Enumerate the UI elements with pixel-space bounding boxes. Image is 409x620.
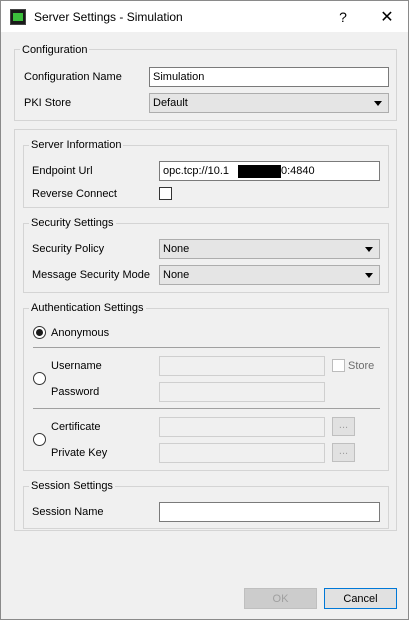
store-checkbox[interactable] — [332, 359, 345, 372]
username-label: Username — [51, 360, 102, 372]
configuration-name-field[interactable]: Simulation — [149, 67, 389, 87]
ok-button[interactable]: OK — [244, 588, 317, 609]
certificate-radio[interactable] — [33, 433, 46, 446]
anonymous-radio[interactable] — [33, 326, 46, 339]
endpoint-url-field[interactable]: opc.tcp://10.1 0:4840 — [159, 161, 380, 181]
server-settings-dialog: Server Settings - Simulation ? ✕ Configu… — [0, 0, 409, 620]
username-radio[interactable] — [33, 372, 46, 385]
password-label: Password — [51, 386, 100, 398]
security-policy-value: None — [163, 243, 190, 255]
security-settings-group-title: Security Settings — [29, 217, 116, 229]
help-button[interactable]: ? — [323, 1, 363, 32]
certificate-field[interactable] — [159, 417, 325, 437]
message-security-mode-label: Message Security Mode — [32, 269, 150, 281]
private-key-browse-button[interactable]: ... — [332, 443, 355, 462]
pki-store-label: PKI Store — [24, 97, 72, 109]
server-information-group-title: Server Information — [29, 139, 124, 151]
certificate-browse-button[interactable]: ... — [332, 417, 355, 436]
certificate-label: Certificate — [51, 421, 101, 433]
store-label: Store — [348, 360, 375, 372]
auth-separator-bottom — [33, 408, 380, 409]
redaction-bar — [238, 165, 281, 178]
security-policy-label: Security Policy — [32, 243, 105, 255]
message-security-mode-value: None — [163, 269, 190, 281]
auth-separator-top — [33, 347, 380, 348]
password-field[interactable] — [159, 382, 325, 402]
session-settings-group-title: Session Settings — [29, 480, 115, 492]
chevron-down-icon — [374, 101, 382, 106]
pki-store-select[interactable]: Default — [149, 93, 389, 113]
app-icon — [10, 9, 26, 25]
authentication-settings-group-title: Authentication Settings — [29, 302, 146, 314]
message-security-mode-select[interactable]: None — [159, 265, 380, 285]
title-bar[interactable]: Server Settings - Simulation ? ✕ — [1, 1, 408, 32]
chevron-down-icon — [365, 273, 373, 278]
security-policy-select[interactable]: None — [159, 239, 380, 259]
username-field[interactable] — [159, 356, 325, 376]
cancel-button[interactable]: Cancel — [324, 588, 397, 609]
session-name-label: Session Name — [32, 506, 104, 518]
session-name-field[interactable] — [159, 502, 380, 522]
configuration-group-title: Configuration — [20, 44, 90, 56]
anonymous-label: Anonymous — [51, 327, 110, 339]
endpoint-url-prefix: opc.tcp://10.1 — [163, 165, 230, 177]
chevron-down-icon — [365, 247, 373, 252]
configuration-name-label: Configuration Name — [24, 71, 122, 83]
pki-store-value: Default — [153, 97, 188, 109]
window-title: Server Settings - Simulation — [34, 10, 183, 24]
private-key-field[interactable] — [159, 443, 325, 463]
private-key-label: Private Key — [51, 447, 108, 459]
close-icon[interactable]: ✕ — [367, 1, 407, 32]
endpoint-url-suffix: 0:4840 — [281, 165, 315, 177]
reverse-connect-checkbox[interactable] — [159, 187, 172, 200]
endpoint-url-label: Endpoint Url — [32, 165, 93, 177]
reverse-connect-label: Reverse Connect — [32, 188, 117, 200]
